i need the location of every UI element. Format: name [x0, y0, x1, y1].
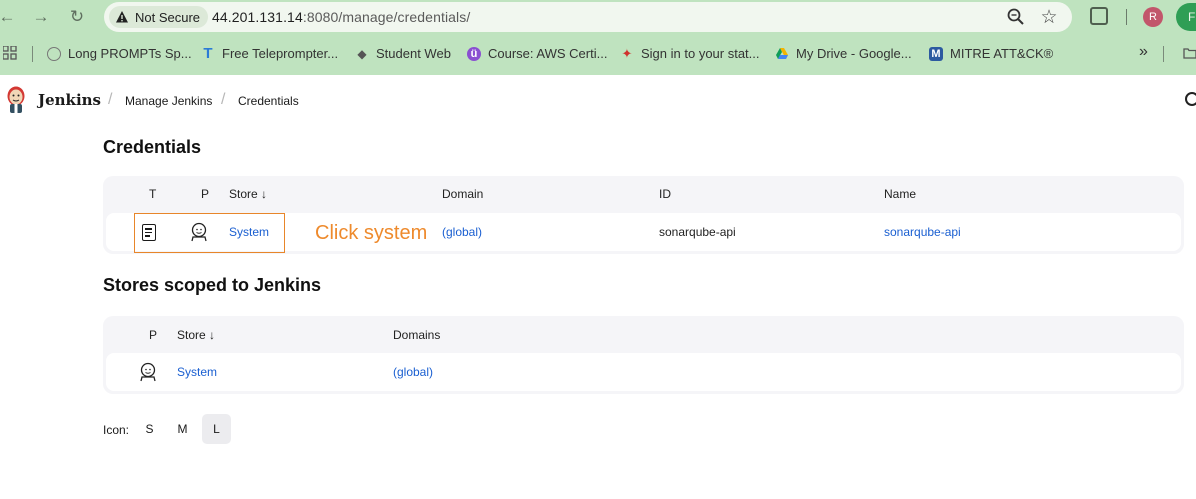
column-header-type: T — [149, 187, 157, 201]
profile-chip[interactable]: Fi — [1176, 3, 1196, 31]
bookmark-item[interactable]: M MITRE ATT&CK® — [929, 46, 1053, 61]
table-row: System (global) — [106, 353, 1181, 391]
brain-icon — [47, 46, 61, 61]
bookmarks-overflow-button[interactable]: » — [1139, 43, 1148, 61]
reload-icon[interactable]: ↻ — [66, 6, 88, 28]
column-header-store[interactable]: Store ↓ — [177, 328, 215, 342]
credential-id: sonarqube-api — [659, 225, 736, 239]
zoom-icon[interactable] — [1006, 7, 1026, 27]
google-drive-icon — [776, 47, 788, 59]
icon-size-large-button[interactable]: L — [202, 414, 231, 444]
bookmark-item[interactable]: Long PROMPTs Sp... — [47, 46, 192, 61]
column-header-domain[interactable]: Domain — [442, 187, 483, 201]
udemy-icon: ü — [467, 46, 481, 61]
stores-table: P Store ↓ Domains System (global) — [103, 316, 1184, 394]
annotation-text: Click system — [315, 222, 428, 244]
domain-link-global[interactable]: (global) — [442, 225, 482, 239]
column-header-name[interactable]: Name — [884, 187, 916, 201]
student-web-icon: ◆ — [357, 46, 367, 61]
address-bar[interactable]: Not Secure 44.201.131.14:8080/manage/cre… — [104, 2, 1072, 32]
browser-chrome: ← → ↻ Not Secure 44.201.131.14:8080/mana… — [0, 0, 1196, 75]
warning-icon — [116, 11, 128, 23]
icon-size-label: Icon: — [103, 423, 130, 437]
section-title-stores: Stores scoped to Jenkins — [103, 275, 322, 295]
breadcrumb-separator: / — [221, 91, 226, 108]
maple-leaf-icon: ✦ — [621, 45, 633, 61]
column-header-domains: Domains — [393, 328, 441, 342]
bookmark-label: Course: AWS Certi... — [488, 46, 608, 61]
jenkins-brand[interactable]: Jenkins — [38, 91, 101, 109]
bookmark-star-icon[interactable]: ☆ — [1039, 7, 1059, 28]
mitre-icon: M — [929, 46, 943, 61]
folder-icon[interactable] — [1183, 47, 1196, 59]
teleprompter-icon: T — [203, 45, 213, 62]
url-text[interactable]: 44.201.131.14:8080/manage/credentials/ — [212, 9, 470, 25]
extensions-icon[interactable] — [1090, 7, 1108, 25]
url-path: :8080/manage/credentials/ — [302, 9, 471, 25]
bookmark-label: Student Web — [376, 46, 451, 61]
breadcrumb-separator: / — [108, 91, 113, 108]
jenkins-header: Jenkins / Manage Jenkins / Credentials — [0, 75, 1196, 125]
bookmark-divider — [1163, 46, 1164, 62]
column-header-id[interactable]: ID — [659, 187, 671, 201]
jenkins-logo-icon[interactable] — [5, 85, 27, 115]
back-arrow-icon[interactable]: ← — [0, 6, 18, 28]
apps-grid-icon[interactable] — [3, 46, 17, 60]
bookmark-label: Long PROMPTs Sp... — [68, 46, 192, 61]
column-header-store[interactable]: Store ↓ — [229, 187, 267, 201]
column-header-provider: P — [201, 187, 210, 201]
toolbar-divider — [1126, 9, 1127, 25]
forward-arrow-icon[interactable]: → — [30, 6, 52, 28]
bookmark-item[interactable]: My Drive - Google... — [775, 46, 912, 61]
security-label: Not Secure — [135, 9, 201, 25]
breadcrumb-manage-jenkins[interactable]: Manage Jenkins — [125, 94, 212, 108]
column-header-provider: P — [149, 328, 158, 342]
bookmark-item[interactable]: ✦ Sign in to your stat... — [620, 45, 760, 62]
jenkins-butler-icon — [140, 362, 156, 382]
domain-link-global[interactable]: (global) — [393, 365, 433, 379]
bookmark-item[interactable]: T Free Teleprompter... — [201, 45, 339, 62]
bookmark-label: MITRE ATT&CK® — [950, 46, 1054, 61]
bookmarks-bar: Long PROMPTs Sp... T Free Teleprompter..… — [0, 40, 1196, 68]
icon-size-medium-button[interactable]: M — [168, 414, 197, 444]
bookmark-label: Sign in to your stat... — [641, 46, 760, 61]
annotation-highlight-box — [134, 213, 285, 253]
bookmark-label: Free Teleprompter... — [222, 46, 339, 61]
bookmark-item[interactable]: ü Course: AWS Certi... — [467, 46, 607, 61]
security-indicator[interactable]: Not Secure — [109, 6, 209, 28]
search-icon[interactable] — [1185, 92, 1196, 106]
breadcrumb-credentials[interactable]: Credentials — [238, 94, 299, 108]
bookmark-label: My Drive - Google... — [796, 46, 912, 61]
url-host: 44.201.131.14 — [212, 9, 303, 25]
store-link-system[interactable]: System — [177, 365, 217, 379]
credential-name-link[interactable]: sonarqube-api — [884, 225, 961, 239]
bookmark-divider — [32, 46, 33, 62]
icon-size-small-button[interactable]: S — [135, 414, 164, 444]
page-title: Credentials — [103, 137, 202, 157]
bookmark-item[interactable]: ◆ Student Web — [355, 46, 451, 61]
profile-avatar[interactable]: R — [1143, 7, 1163, 27]
